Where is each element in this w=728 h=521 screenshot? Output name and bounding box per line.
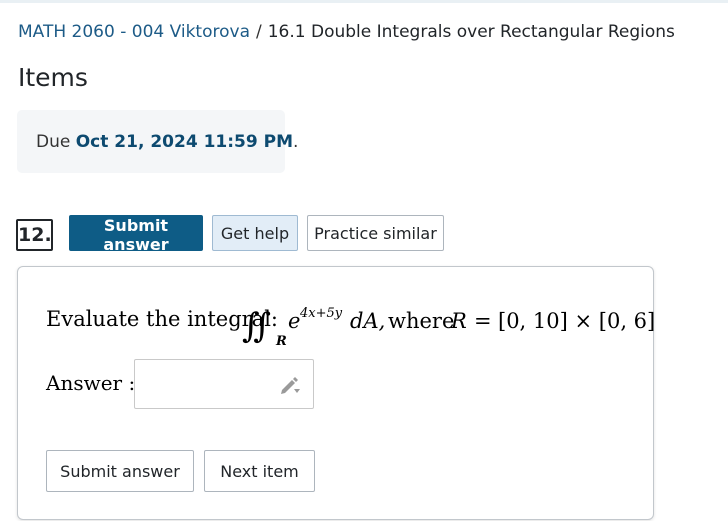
- breadcrumb: MATH 2060 - 004 Viktorova /16.1 Double In…: [18, 21, 675, 43]
- pencil-dropdown-icon[interactable]: [279, 375, 301, 395]
- integral-expression: ∬ R e 4x+5y dA, where R = [0, 10] × [0, …: [242, 306, 655, 349]
- due-date-box: Due Oct 21, 2024 11:59 PM.: [17, 110, 298, 173]
- problem-statement: Evaluate the integral: ∬ R e 4x+5y dA, w…: [46, 299, 655, 349]
- practice-similar-button[interactable]: Practice similar: [307, 215, 444, 251]
- top-border: [0, 0, 728, 3]
- submit-answer-button-bottom[interactable]: Submit answer: [46, 450, 194, 492]
- question-card: Evaluate the integral: ∬ R e 4x+5y dA, w…: [17, 266, 655, 520]
- answer-label: Answer :: [46, 371, 136, 395]
- get-help-button[interactable]: Get help: [212, 215, 298, 251]
- region-variable: R: [450, 309, 467, 333]
- region-definition: [0, 10] × [0, 6]: [498, 309, 655, 333]
- equals-sign: =: [474, 309, 492, 333]
- breadcrumb-separator: /: [256, 22, 262, 42]
- due-date: Oct 21, 2024 11:59 PM: [75, 132, 293, 152]
- submit-answer-button[interactable]: Submit answer: [69, 215, 203, 254]
- where-word: where: [388, 309, 454, 333]
- page-title: Items: [18, 63, 88, 92]
- question-number: 12.: [16, 219, 53, 251]
- due-prefix: Due: [36, 132, 76, 152]
- breadcrumb-course-link[interactable]: MATH 2060 - 004 Viktorova: [18, 22, 250, 42]
- due-text: Due Oct 21, 2024 11:59 PM.: [36, 131, 298, 153]
- answer-input[interactable]: [134, 359, 314, 409]
- next-item-button[interactable]: Next item: [204, 450, 315, 492]
- exponential-base: e: [288, 309, 300, 333]
- due-suffix: .: [292, 132, 299, 152]
- exponent: 4x+5y: [299, 306, 343, 321]
- integral-subscript: R: [275, 334, 287, 349]
- differential: dA,: [350, 309, 385, 333]
- double-integral-symbol: ∬: [242, 306, 271, 346]
- breadcrumb-current: 16.1 Double Integrals over Rectangular R…: [267, 22, 675, 42]
